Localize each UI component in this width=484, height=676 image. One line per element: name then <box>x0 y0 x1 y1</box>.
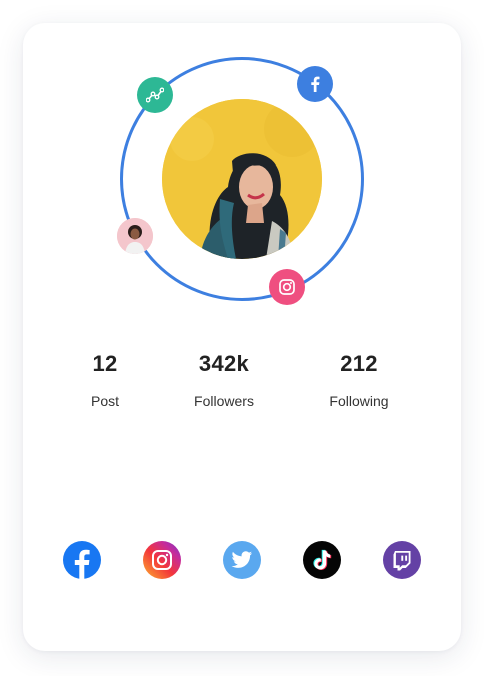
twitch-link[interactable] <box>383 541 421 579</box>
friend-avatar[interactable] <box>117 218 153 254</box>
instagram-icon <box>152 550 172 570</box>
facebook-icon[interactable] <box>297 66 333 102</box>
stat-followers[interactable]: 342k Followers <box>164 349 284 409</box>
twitter-icon <box>231 551 253 568</box>
stat-label: Post <box>90 393 119 409</box>
instagram-link[interactable] <box>143 541 181 579</box>
instagram-icon[interactable] <box>269 269 305 305</box>
stat-label: Followers <box>194 393 254 409</box>
stat-label: Following <box>329 393 389 409</box>
analytics-icon[interactable] <box>137 77 173 113</box>
tiktok-link[interactable] <box>303 541 341 579</box>
twitch-icon <box>393 550 411 570</box>
stat-value: 212 <box>340 351 378 376</box>
facebook-link[interactable] <box>63 541 101 579</box>
facebook-icon <box>63 541 101 579</box>
stat-value: 12 <box>92 351 118 376</box>
stat-value: 342k <box>198 351 250 376</box>
profile-photo[interactable] <box>162 99 322 259</box>
stat-posts[interactable]: 12 Post <box>45 349 165 409</box>
twitter-link[interactable] <box>223 541 261 579</box>
tiktok-icon <box>313 549 332 571</box>
stat-following[interactable]: 212 Following <box>299 349 419 409</box>
